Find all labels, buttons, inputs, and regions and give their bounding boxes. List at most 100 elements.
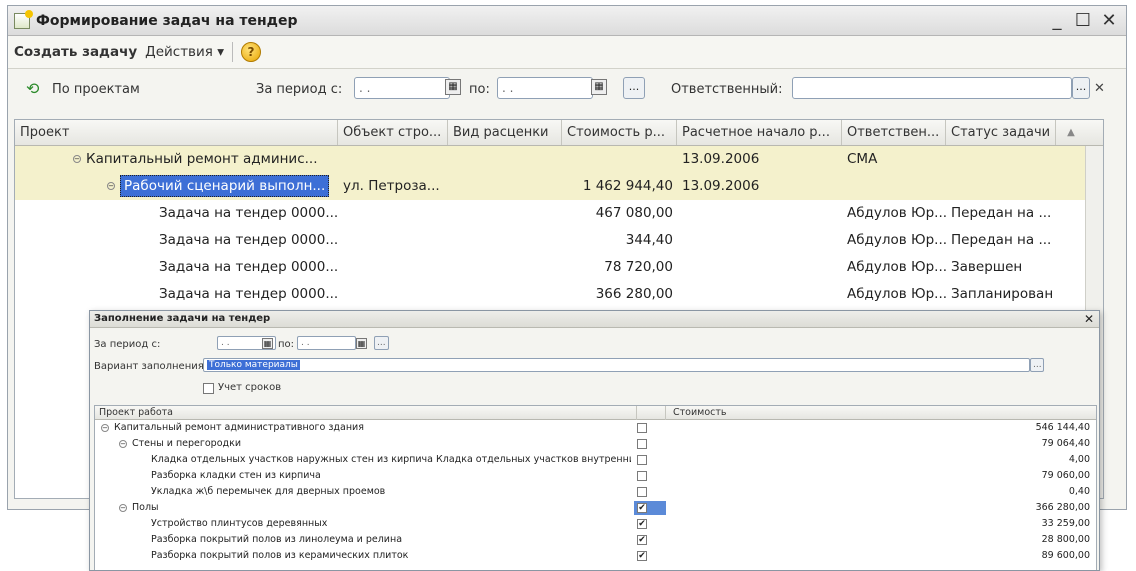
deadline-checkbox[interactable] <box>203 383 214 394</box>
list-item[interactable]: − Стены и перегородки 79 064,40 <box>95 436 1096 452</box>
list-item[interactable]: Кладка отдельных участков наружных стен … <box>95 452 1096 468</box>
col-project-work[interactable]: Проект работа <box>99 406 173 420</box>
table-row[interactable]: Задача на тендер 0000... 344,40 Абдулов … <box>15 227 1103 254</box>
create-task-button[interactable]: Создать задачу <box>14 44 137 60</box>
responsible-input[interactable] <box>792 77 1072 99</box>
row-object: ул. Петроза... <box>343 178 440 194</box>
row-cost: 366 280,00 <box>595 286 673 302</box>
dialog-period-from-label: За период с: <box>94 339 161 350</box>
by-projects-label[interactable]: По проектам <box>52 82 140 97</box>
clear-icon[interactable]: ✕ <box>1094 81 1105 96</box>
dialog-close-icon[interactable]: ✕ <box>1084 311 1094 327</box>
actions-menu[interactable]: Действия ▾ <box>145 44 224 60</box>
row-start: 13.09.2006 <box>682 151 760 167</box>
row-responsible <box>842 173 946 200</box>
refresh-icon[interactable]: ⟲ <box>26 79 39 98</box>
col-cost[interactable]: Стоимость <box>673 406 727 420</box>
dialog-table: Проект работа Стоимость − Капитальный рем… <box>94 405 1097 570</box>
list-item[interactable]: Разборка покрытий полов из линолеума и р… <box>95 532 1096 548</box>
row-project: Задача на тендер 0000... <box>159 205 338 221</box>
item-checkbox[interactable]: ✔ <box>637 551 647 561</box>
item-checkbox[interactable] <box>637 423 647 433</box>
calendar-icon[interactable]: ▦ <box>262 338 273 349</box>
collapse-icon[interactable]: − <box>119 503 127 512</box>
row-cost: 1 462 944,40 <box>582 178 673 194</box>
item-checkbox[interactable]: ✔ <box>637 519 647 529</box>
item-value: 33 259,00 <box>1041 518 1090 529</box>
item-checkbox[interactable] <box>637 455 647 465</box>
list-item[interactable]: − Капитальный ремонт административного зд… <box>95 420 1096 436</box>
help-icon[interactable]: ? <box>240 42 261 62</box>
item-checkbox[interactable] <box>637 439 647 449</box>
row-responsible: Абдулов Юр... <box>847 232 946 248</box>
row-start <box>677 254 842 281</box>
collapse-icon[interactable]: − <box>73 155 81 163</box>
maximize-icon[interactable]: ☐ <box>1070 9 1096 31</box>
collapse-icon[interactable]: − <box>119 439 127 448</box>
minimize-icon[interactable]: _ <box>1044 9 1070 31</box>
window-controls: _ ☐ ✕ <box>1044 9 1122 31</box>
list-item[interactable]: Разборка кладки стен из кирпича 79 060,0… <box>95 468 1096 484</box>
dialog-title-bar: Заполнение задачи на тендер ✕ <box>90 311 1099 328</box>
item-value: 79 060,00 <box>1041 470 1090 481</box>
col-start[interactable]: Расчетное начало р... <box>677 120 842 145</box>
table-row[interactable]: − Рабочий сценарий выполн... ул. Петроза.… <box>15 173 1103 200</box>
list-item[interactable]: Разборка покрытий полов из керамических … <box>95 548 1096 564</box>
col-object[interactable]: Объект стро... <box>338 120 448 145</box>
item-name: Разборка покрытий полов из линолеума и р… <box>151 534 403 545</box>
calendar-icon[interactable]: ▦ <box>445 79 461 95</box>
table-row[interactable]: Задача на тендер 0000... 78 720,00 Абдул… <box>15 254 1103 281</box>
item-checkbox[interactable] <box>637 487 647 497</box>
variant-input[interactable]: Только материалы <box>203 358 1030 372</box>
row-status: Передан на ... <box>951 205 1052 221</box>
item-checkbox[interactable] <box>637 471 647 481</box>
item-name: Разборка покрытий полов из керамических … <box>151 550 409 561</box>
period-from-input[interactable]: . . <box>354 77 450 99</box>
calendar-icon[interactable]: ▦ <box>591 79 607 95</box>
collapse-icon[interactable]: − <box>107 182 115 190</box>
row-responsible: Абдулов Юр... <box>847 286 946 302</box>
col-kind[interactable]: Вид расценки <box>448 120 562 145</box>
scroll-up-icon[interactable]: ▲ <box>1056 120 1086 145</box>
col-check[interactable] <box>636 406 666 420</box>
period-select-button[interactable]: ... <box>623 77 645 99</box>
item-checkbox[interactable]: ✔ <box>637 503 647 513</box>
dialog-title: Заполнение задачи на тендер <box>94 313 271 324</box>
variant-select-button[interactable]: ... <box>1030 358 1044 372</box>
row-object <box>338 146 448 173</box>
col-status[interactable]: Статус задачи <box>946 120 1056 145</box>
app-icon <box>14 9 33 29</box>
period-to-label: по: <box>469 82 490 97</box>
fill-task-dialog: Заполнение задачи на тендер ✕ За период … <box>89 310 1100 571</box>
list-item[interactable]: Устройство плинтусов деревянных ✔ 33 259… <box>95 516 1096 532</box>
item-checkbox[interactable]: ✔ <box>637 535 647 545</box>
col-responsible[interactable]: Ответствен... <box>842 120 946 145</box>
toolbar: Создать задачу Действия ▾ ? <box>8 36 1126 69</box>
dialog-period-select-button[interactable]: ... <box>374 336 389 350</box>
item-name: Стены и перегородки <box>132 438 241 449</box>
col-cost[interactable]: Стоимость р... <box>562 120 677 145</box>
row-status <box>946 146 1056 173</box>
period-to-input[interactable]: . . <box>497 77 593 99</box>
responsible-select-button[interactable]: ... <box>1072 77 1090 99</box>
table-header: Проект Объект стро... Вид расценки Стоим… <box>15 120 1103 146</box>
item-name: Капитальный ремонт административного зда… <box>114 422 364 433</box>
table-row[interactable]: − Капитальный ремонт админис... 13.09.200… <box>15 146 1103 173</box>
row-project: Задача на тендер 0000... <box>159 259 338 275</box>
row-cost <box>562 146 677 173</box>
dialog-period-to-input[interactable]: . . <box>297 336 356 350</box>
table-row[interactable]: Задача на тендер 0000... 366 280,00 Абду… <box>15 281 1103 308</box>
table-row[interactable]: Задача на тендер 0000... 467 080,00 Абду… <box>15 200 1103 227</box>
close-icon[interactable]: ✕ <box>1096 9 1122 31</box>
row-start <box>677 281 842 308</box>
row-status: Запланирован <box>951 286 1054 302</box>
list-item[interactable]: Укладка ж\б перемычек для дверных проемо… <box>95 484 1096 500</box>
collapse-icon[interactable]: − <box>101 423 109 432</box>
row-cost: 344,40 <box>625 232 673 248</box>
row-kind <box>448 146 562 173</box>
row-project: Задача на тендер 0000... <box>159 286 338 302</box>
row-responsible: Абдулов Юр... <box>847 259 946 275</box>
list-item[interactable]: − Полы ✔ 366 280,00 <box>95 500 1096 516</box>
calendar-icon[interactable]: ▦ <box>356 338 367 349</box>
col-project[interactable]: Проект <box>15 120 338 145</box>
